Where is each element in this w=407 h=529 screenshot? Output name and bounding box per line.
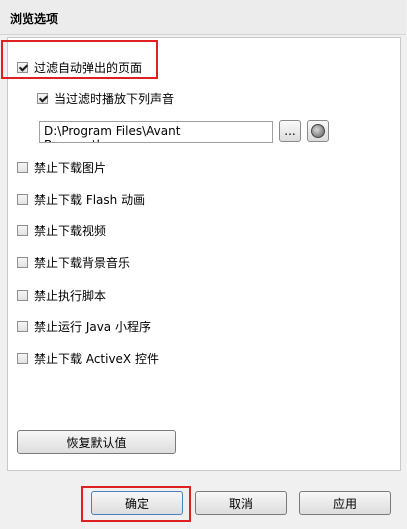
- option-checkbox[interactable]: [17, 161, 28, 173]
- option-checkbox[interactable]: [17, 320, 28, 332]
- option-label: 禁止下载视频: [34, 223, 107, 238]
- play-sound-checkbox[interactable]: [37, 92, 48, 104]
- option-item[interactable]: 禁止下载视频: [17, 221, 106, 239]
- option-checkbox[interactable]: [17, 352, 28, 364]
- option-label: 禁止下载 ActiveX 控件: [34, 351, 159, 366]
- speaker-icon: [311, 124, 325, 138]
- play-sound-label: 当过滤时播放下列声音: [54, 91, 175, 106]
- filter-popups-label: 过滤自动弹出的页面: [34, 60, 143, 75]
- restore-defaults-button[interactable]: 恢复默认值: [17, 430, 176, 454]
- header-bar: 浏览选项: [0, 0, 406, 35]
- browse-button[interactable]: ...: [279, 120, 301, 142]
- play-sound-option[interactable]: 当过滤时播放下列声音: [37, 89, 174, 107]
- filter-popups-checkbox[interactable]: [17, 61, 28, 73]
- option-checkbox[interactable]: [17, 193, 28, 205]
- ok-button[interactable]: 确定: [91, 491, 183, 515]
- play-sound-button[interactable]: [307, 120, 329, 142]
- cancel-button[interactable]: 取消: [195, 491, 287, 515]
- option-item[interactable]: 禁止下载 ActiveX 控件: [17, 349, 159, 367]
- option-item[interactable]: 禁止下载图片: [17, 158, 106, 176]
- page-title: 浏览选项: [10, 12, 59, 26]
- option-item[interactable]: 禁止运行 Java 小程序: [17, 317, 151, 335]
- option-checkbox[interactable]: [17, 256, 28, 268]
- filter-popups-option[interactable]: 过滤自动弹出的页面: [17, 58, 142, 76]
- option-item[interactable]: 禁止下载 Flash 动画: [17, 190, 145, 208]
- sound-path-input[interactable]: D:\Program Files\Avant Browser\kpp.w: [39, 121, 273, 143]
- option-label: 禁止运行 Java 小程序: [34, 319, 151, 334]
- option-checkbox[interactable]: [17, 289, 28, 301]
- option-item[interactable]: 禁止下载背景音乐: [17, 253, 130, 271]
- option-label: 禁止下载图片: [34, 160, 107, 175]
- option-label: 禁止执行脚本: [34, 288, 107, 303]
- option-label: 禁止下载背景音乐: [34, 255, 131, 270]
- option-checkbox[interactable]: [17, 224, 28, 236]
- option-label: 禁止下载 Flash 动画: [34, 192, 146, 207]
- apply-button[interactable]: 应用: [299, 491, 391, 515]
- option-item[interactable]: 禁止执行脚本: [17, 286, 106, 304]
